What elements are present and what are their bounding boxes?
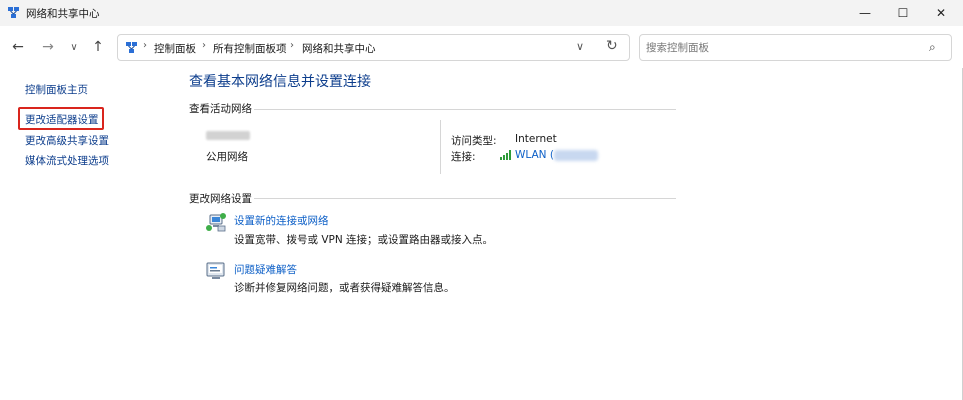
network-location-icon	[126, 42, 137, 53]
ssid-redacted	[554, 150, 598, 161]
network-type-link[interactable]: 公用网络	[206, 149, 248, 164]
navigation-bar: ← → ∨ ↑ › 控制面板 › 所有控制面板项 › 网络和共享中心 ∨ ↻ ⌕	[0, 26, 963, 68]
troubleshoot-description: 诊断并修复网络问题，或者获得疑难解答信息。	[234, 282, 455, 294]
address-dropdown-button[interactable]: ∨	[576, 40, 584, 53]
breadcrumb-separator: ›	[143, 40, 147, 51]
active-networks-heading: 查看活动网络	[189, 103, 252, 115]
sidebar-item-adapter-settings[interactable]: 更改适配器设置	[25, 112, 99, 127]
access-type-label: 访问类型:	[451, 135, 497, 147]
section-divider	[254, 109, 676, 110]
refresh-button[interactable]: ↻	[606, 38, 618, 54]
wlan-connection-link[interactable]: WLAN (	[515, 149, 554, 161]
setup-new-connection-link[interactable]: 设置新的连接或网络	[234, 213, 329, 228]
network-sharing-center-window: 网络和共享中心 — ☐ ✕ ← → ∨ ↑ › 控制面板 › 所有控制面板项 ›…	[0, 0, 963, 400]
section-divider	[254, 198, 676, 199]
setup-new-connection-description: 设置宽带、拨号或 VPN 连接；或设置路由器或接入点。	[234, 234, 494, 246]
back-button[interactable]: ←	[10, 39, 26, 55]
breadcrumb-network-center[interactable]: 网络和共享中心	[302, 41, 376, 56]
page-title: 查看基本网络信息并设置连接	[189, 74, 371, 90]
sidebar-item-advanced-sharing[interactable]: 更改高级共享设置	[25, 133, 109, 148]
search-box[interactable]: ⌕	[639, 34, 952, 61]
address-bar[interactable]: › 控制面板 › 所有控制面板项 › 网络和共享中心 ∨ ↻	[117, 34, 630, 61]
network-name-redacted	[206, 131, 250, 140]
breadcrumb-control-panel[interactable]: 控制面板	[154, 41, 196, 56]
sidebar-item-media-streaming[interactable]: 媒体流式处理选项	[25, 153, 109, 168]
window-title: 网络和共享中心	[26, 8, 100, 20]
sidebar-item-control-panel-home[interactable]: 控制面板主页	[25, 82, 88, 97]
search-input[interactable]	[646, 40, 916, 56]
breadcrumb-all-items[interactable]: 所有控制面板项	[213, 41, 287, 56]
access-type-value: Internet	[515, 133, 557, 145]
network-setup-icon	[206, 213, 226, 232]
recent-locations-button[interactable]: ∨	[66, 39, 82, 55]
change-settings-heading: 更改网络设置	[189, 193, 252, 205]
vertical-divider	[440, 120, 441, 174]
breadcrumb-separator: ›	[290, 40, 294, 51]
up-button[interactable]: ↑	[90, 39, 106, 55]
title-bar: 网络和共享中心 — ☐ ✕	[0, 0, 963, 26]
wifi-signal-icon	[500, 150, 511, 160]
close-button[interactable]: ✕	[919, 0, 963, 26]
breadcrumb-separator: ›	[202, 40, 206, 51]
connection-label: 连接:	[451, 151, 476, 163]
search-icon[interactable]: ⌕	[929, 40, 936, 55]
network-app-icon	[8, 7, 19, 18]
troubleshoot-link[interactable]: 问题疑难解答	[234, 262, 297, 277]
troubleshoot-icon	[206, 262, 225, 279]
forward-button[interactable]: →	[40, 39, 56, 55]
